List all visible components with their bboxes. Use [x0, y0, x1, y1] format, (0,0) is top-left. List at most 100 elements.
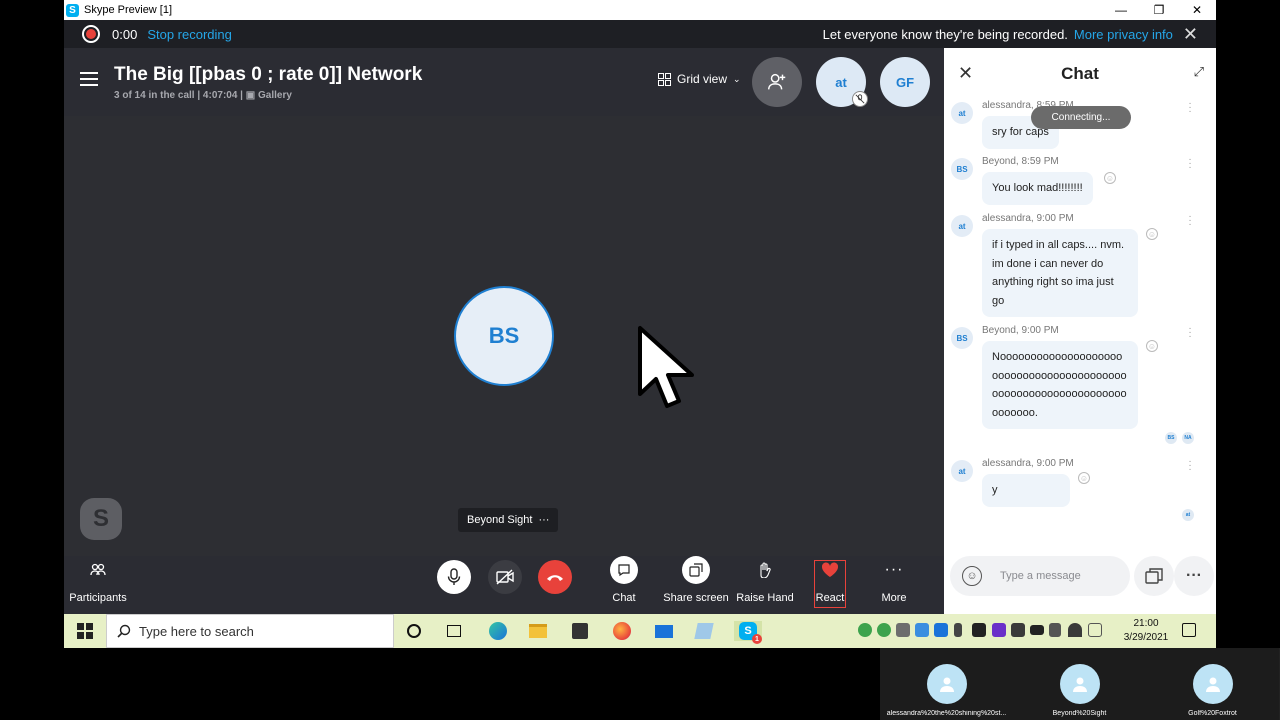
screen-root: S Skype Preview [1] — ❐ ✕ 0:00 Stop reco…: [0, 0, 1280, 720]
connecting-toast: Connecting...: [1031, 106, 1131, 129]
more-button[interactable]: ··· More: [876, 556, 912, 614]
share-screen-button[interactable]: Share screen: [663, 556, 729, 614]
thumbnail-name: alessandra%20the%20shining%20st...: [886, 710, 1007, 717]
message-meta: Beyond, 8:59 PM: [982, 156, 1059, 167]
react-label: React: [815, 592, 845, 604]
file-explorer-icon[interactable]: [528, 621, 548, 641]
message-menu-icon[interactable]: · · ·: [1188, 457, 1192, 475]
chat-message[interactable]: at alessandra, 9:00 PM y ☺ · · ·: [944, 457, 1216, 508]
avatar-initials: GF: [895, 74, 915, 90]
share-screen-icon: [682, 556, 710, 584]
tray-skype-icon[interactable]: [915, 623, 929, 637]
tray-volume-icon[interactable]: [1049, 623, 1061, 637]
action-center-icon[interactable]: [1182, 623, 1196, 637]
add-reaction-icon[interactable]: ☺: [1146, 340, 1158, 352]
react-button[interactable]: React: [814, 556, 846, 614]
chat-message[interactable]: at alessandra, 9:00 PM if i typed in all…: [944, 212, 1216, 323]
tray-onenote-icon[interactable]: [992, 623, 1006, 637]
tray-wifi-icon[interactable]: [1068, 623, 1082, 637]
tray-display-icon[interactable]: [1011, 623, 1025, 637]
privacy-info-link[interactable]: More privacy info: [1074, 27, 1173, 42]
video-area: BS S Beyond Sight ···: [64, 116, 944, 556]
taskbar-clock[interactable]: 21:00 3/29/2021: [1116, 617, 1176, 645]
participant-avatar-at[interactable]: at: [816, 57, 868, 107]
add-participant-button[interactable]: [752, 57, 802, 107]
end-call-button[interactable]: [538, 560, 572, 594]
more-options-icon[interactable]: ···: [538, 514, 549, 526]
call-info: 3 of 14 in the call | 4:07:04 |: [114, 90, 243, 101]
message-meta: alessandra, 9:00 PM: [982, 213, 1074, 224]
tray-battery-icon[interactable]: [1030, 625, 1044, 635]
stop-recording-link[interactable]: Stop recording: [147, 27, 232, 42]
read-receipt-avatar: at: [1182, 509, 1194, 521]
tray-shield-icon[interactable]: [972, 623, 986, 637]
message-menu-icon[interactable]: · · ·: [1188, 99, 1192, 117]
raise-hand-button[interactable]: Raise Hand: [736, 556, 794, 614]
store-icon[interactable]: [570, 621, 590, 641]
raise-hand-icon: [758, 556, 772, 584]
cortana-icon[interactable]: [404, 621, 424, 641]
call-controls: Participants Chat Share screen Raise Han…: [64, 556, 944, 614]
participants-button[interactable]: Participants: [69, 556, 127, 614]
restore-button[interactable]: ❐: [1140, 0, 1178, 20]
participant-name-tag: Beyond Sight ···: [458, 508, 559, 532]
mail-icon[interactable]: [654, 621, 674, 641]
tray-bluetooth-icon[interactable]: [934, 623, 948, 637]
add-reaction-icon[interactable]: ☺: [1104, 172, 1116, 184]
skype-window: S Skype Preview [1] — ❐ ✕ 0:00 Stop reco…: [64, 0, 1216, 648]
more-composer-options-icon[interactable]: ···: [1174, 556, 1214, 596]
chat-message[interactable]: BS Beyond, 9:00 PM Noooooooooooooooooooo…: [944, 324, 1216, 445]
edge-browser-icon[interactable]: [488, 621, 508, 641]
thumbnail-name: Golf%20Foxtrot: [1188, 710, 1237, 717]
firefox-icon[interactable]: [612, 621, 632, 641]
add-person-icon: [768, 73, 786, 90]
message-menu-icon[interactable]: · · ·: [1188, 212, 1192, 230]
add-reaction-icon[interactable]: ☺: [1078, 472, 1090, 484]
participant-thumbnail[interactable]: Golf%20Foxtrot: [1146, 648, 1279, 720]
skype-app-icon: S: [66, 3, 79, 17]
search-placeholder: Type here to search: [139, 623, 254, 639]
add-reaction-icon[interactable]: ☺: [1146, 228, 1158, 240]
participant-avatar-gf[interactable]: GF: [880, 57, 930, 107]
minimize-button[interactable]: —: [1102, 0, 1140, 20]
chat-message[interactable]: BS Beyond, 8:59 PM You look mad!!!!!!!! …: [944, 155, 1216, 206]
start-button[interactable]: [64, 614, 106, 648]
task-view-icon[interactable]: [444, 621, 464, 641]
message-menu-icon[interactable]: · · ·: [1188, 155, 1192, 173]
media-gallery-button[interactable]: [1134, 556, 1174, 596]
call-title: The Big [[pbas 0 ; rate 0]] Network: [114, 64, 423, 85]
more-label: More: [881, 592, 907, 604]
taskbar-search[interactable]: Type here to search: [106, 614, 394, 648]
message-text: You look mad!!!!!!!!: [982, 172, 1093, 205]
tray-app-icon[interactable]: [858, 623, 872, 637]
message-menu-icon[interactable]: · · ·: [1188, 324, 1192, 342]
microphone-button[interactable]: [437, 560, 471, 594]
grid-icon: [658, 72, 671, 86]
tray-app-icon[interactable]: [877, 623, 891, 637]
expand-icon[interactable]: ⤢: [1194, 64, 1204, 80]
read-receipt-avatar: BS: [1165, 432, 1177, 444]
sender-avatar: at: [951, 215, 973, 237]
notepad-icon[interactable]: [694, 621, 714, 641]
close-banner-icon[interactable]: ✕: [1183, 24, 1198, 45]
close-window-button[interactable]: ✕: [1178, 0, 1216, 20]
participant-thumbnail[interactable]: Beyond%20Sight: [1013, 648, 1146, 720]
recording-message: Let everyone know they're being recorded…: [822, 26, 1068, 42]
person-icon: [927, 664, 967, 704]
chat-button[interactable]: Chat: [602, 556, 646, 614]
menu-icon[interactable]: [80, 72, 98, 86]
emoji-icon[interactable]: ☺: [962, 566, 982, 586]
skype-taskbar-icon[interactable]: S 1: [734, 621, 762, 644]
tray-microphone-icon[interactable]: [954, 623, 962, 637]
sender-avatar: BS: [951, 327, 973, 349]
tray-network-icon[interactable]: [1088, 623, 1102, 637]
message-input[interactable]: [1000, 566, 1124, 586]
recording-banner: 0:00 Stop recording Let everyone know th…: [64, 20, 1216, 48]
window-title: Skype Preview [1]: [84, 4, 173, 16]
video-toggle-button[interactable]: [488, 560, 522, 594]
sender-avatar: BS: [951, 158, 973, 180]
tray-onedrive-icon[interactable]: [896, 623, 910, 637]
share-screen-label: Share screen: [663, 592, 729, 604]
grid-view-dropdown[interactable]: Grid view ⌄: [658, 72, 741, 86]
participant-thumbnail[interactable]: alessandra%20the%20shining%20st...: [880, 648, 1013, 720]
